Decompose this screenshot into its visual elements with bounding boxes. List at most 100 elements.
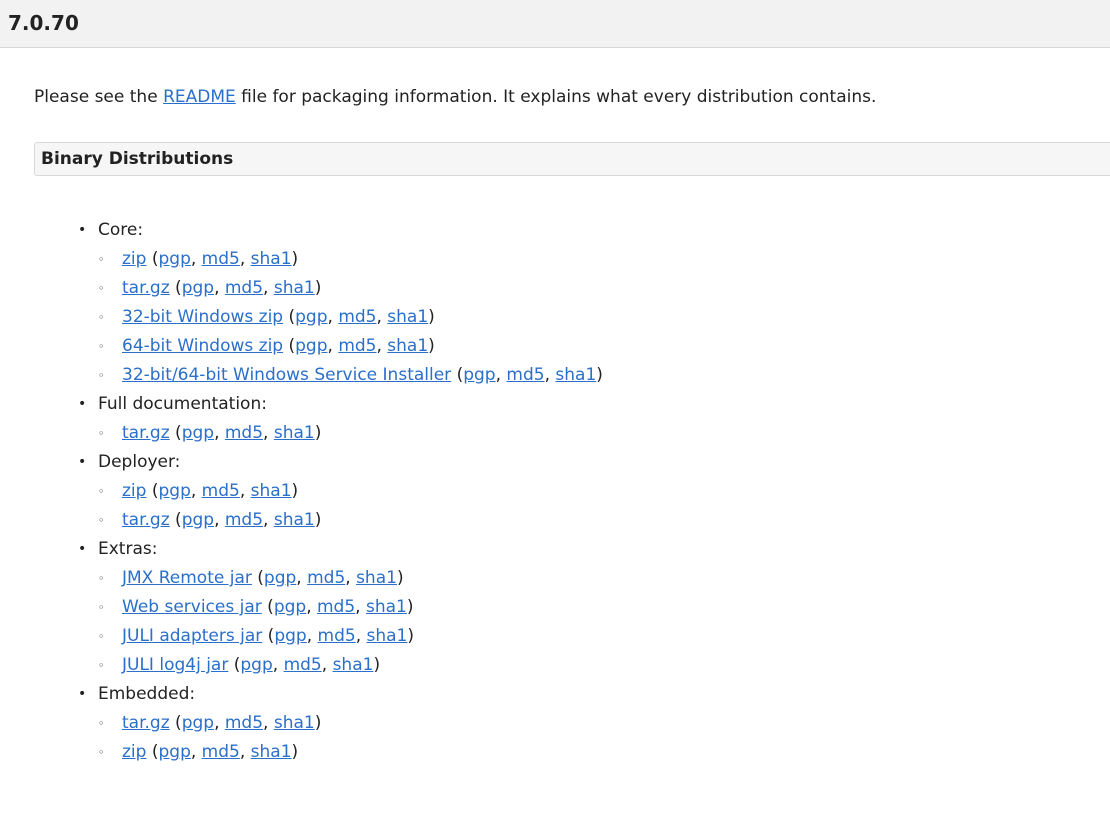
separator: , [321,655,333,675]
download-link-64-bit-windows-zip[interactable]: 64-bit Windows zip [122,336,283,356]
md5-link[interactable]: md5 [225,423,263,443]
sha1-link[interactable]: sha1 [274,423,315,443]
paren-open: ( [169,278,182,298]
md5-link[interactable]: md5 [318,626,356,646]
download-link-web-services-jar[interactable]: Web services jar [122,597,262,617]
download-link-tar-gz[interactable]: tar.gz [122,423,170,443]
pgp-link[interactable]: pgp [463,365,495,385]
md5-link[interactable]: md5 [225,713,263,733]
separator: , [495,365,507,385]
download-link-zip[interactable]: zip [122,249,146,269]
pgp-link[interactable]: pgp [264,568,296,588]
download-link-zip[interactable]: zip [122,481,146,501]
pgp-link[interactable]: pgp [240,655,272,675]
md5-link[interactable]: md5 [307,568,345,588]
separator: , [190,481,202,501]
download-link-32-bit-windows-zip[interactable]: 32-bit Windows zip [122,307,283,327]
sha1-link[interactable]: sha1 [387,307,428,327]
sha1-link[interactable]: sha1 [251,481,292,501]
section-title: Binary Distributions [41,149,234,169]
download-link-32-bit-64-bit-windows-service-installer[interactable]: 32-bit/64-bit Windows Service Installer [122,365,451,385]
download-link-jmx-remote-jar[interactable]: JMX Remote jar [122,568,252,588]
md5-link[interactable]: md5 [225,278,263,298]
download-item: ◦ JULI adapters jar (pgp, md5, sha1) [98,622,603,651]
group-core: • Core: ◦ zip (pgp, md5, sha1) ◦ tar.gz (pgp,… [74,216,603,390]
circle-bullet-icon: ◦ [98,340,105,353]
pgp-link[interactable]: pgp [295,307,327,327]
separator: , [296,568,308,588]
md5-link[interactable]: md5 [225,510,263,530]
pgp-link[interactable]: pgp [182,278,214,298]
pgp-link[interactable]: pgp [182,423,214,443]
download-link-tar-gz[interactable]: tar.gz [122,510,170,530]
bullet-icon: • [78,396,87,412]
sha1-link[interactable]: sha1 [367,626,408,646]
pgp-link[interactable]: pgp [182,713,214,733]
separator: , [214,510,225,530]
version-title: 7.0.70 [8,11,79,35]
download-item: ◦ JULI log4j jar (pgp, md5, sha1) [98,651,603,680]
paren-open: ( [169,510,182,530]
pgp-link[interactable]: pgp [295,336,327,356]
separator: , [327,307,339,327]
sub-list: ◦ zip (pgp, md5, sha1) ◦ tar.gz (pgp, md5, … [98,245,603,390]
md5-link[interactable]: md5 [202,481,240,501]
download-link-zip[interactable]: zip [122,742,146,762]
paren-close: ) [291,481,299,501]
sha1-link[interactable]: sha1 [333,655,374,675]
md5-link[interactable]: md5 [506,365,544,385]
sha1-link[interactable]: sha1 [274,713,315,733]
sha1-link[interactable]: sha1 [555,365,596,385]
paren-close: ) [314,423,322,443]
sha1-link[interactable]: sha1 [251,249,292,269]
md5-link[interactable]: md5 [317,597,355,617]
download-link-tar-gz[interactable]: tar.gz [122,713,170,733]
group-full-documentation: • Full documentation: ◦ tar.gz (pgp, md5, s… [74,390,603,448]
pgp-link[interactable]: pgp [158,742,190,762]
download-link-juli-adapters-jar[interactable]: JULI adapters jar [122,626,262,646]
pgp-link[interactable]: pgp [182,510,214,530]
paren-open: ( [146,249,159,269]
separator: , [345,568,357,588]
separator: , [214,423,225,443]
paren-open: ( [169,423,182,443]
sha1-link[interactable]: sha1 [251,742,292,762]
md5-link[interactable]: md5 [202,249,240,269]
group-extras: • Extras: ◦ JMX Remote jar (pgp, md5, sha1)… [74,535,603,680]
download-link-tar-gz[interactable]: tar.gz [122,278,170,298]
sha1-link[interactable]: sha1 [356,568,397,588]
sha1-link[interactable]: sha1 [387,336,428,356]
distribution-list: • Core: ◦ zip (pgp, md5, sha1) ◦ tar.gz (pgp,… [74,216,603,767]
download-item: ◦ tar.gz (pgp, md5, sha1) [98,506,603,535]
sub-list: ◦ tar.gz (pgp, md5, sha1) ◦ zip (pgp, md5, … [98,709,603,767]
separator: , [376,307,388,327]
md5-link[interactable]: md5 [338,336,376,356]
pgp-link[interactable]: pgp [274,626,306,646]
circle-bullet-icon: ◦ [98,601,105,614]
circle-bullet-icon: ◦ [98,630,105,643]
sha1-link[interactable]: sha1 [274,510,315,530]
md5-link[interactable]: md5 [338,307,376,327]
group-label: Embedded: [98,684,196,704]
readme-link[interactable]: README [163,87,236,107]
group-label: Core: [98,220,144,240]
pgp-link[interactable]: pgp [158,481,190,501]
download-link-juli-log4j-jar[interactable]: JULI log4j jar [122,655,228,675]
pgp-link[interactable]: pgp [274,597,306,617]
download-item: ◦ tar.gz (pgp, md5, sha1) [98,419,603,448]
paren-open: ( [261,597,274,617]
paren-open: ( [146,481,159,501]
separator: , [239,249,251,269]
md5-link[interactable]: md5 [284,655,322,675]
md5-link[interactable]: md5 [202,742,240,762]
download-item: ◦ zip (pgp, md5, sha1) [98,477,603,506]
download-item: ◦ tar.gz (pgp, md5, sha1) [98,709,603,738]
pgp-link[interactable]: pgp [158,249,190,269]
download-item: ◦ tar.gz (pgp, md5, sha1) [98,274,603,303]
sha1-link[interactable]: sha1 [274,278,315,298]
sha1-link[interactable]: sha1 [366,597,407,617]
bullet-icon: • [78,222,87,238]
sub-list: ◦ JMX Remote jar (pgp, md5, sha1) ◦ Web ser… [98,564,603,680]
separator: , [355,626,367,646]
paren-open: ( [283,307,296,327]
